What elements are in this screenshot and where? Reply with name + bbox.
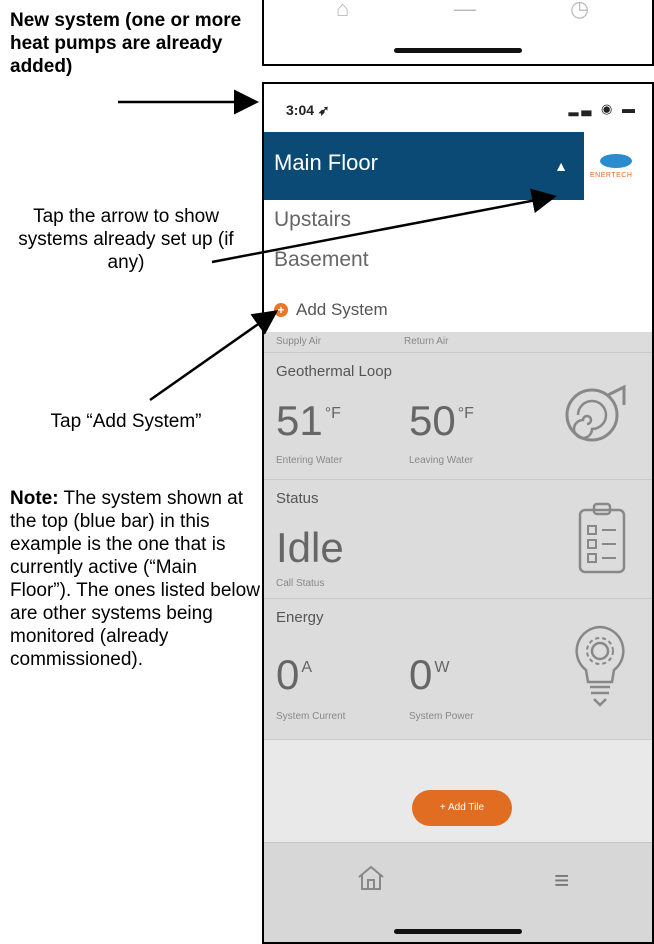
leaving-water-caption: Leaving Water — [409, 455, 474, 466]
tab-bar: ≡ — [264, 842, 652, 942]
menu-icon: — — [454, 0, 476, 21]
entering-water-caption: Entering Water — [276, 455, 343, 466]
logo-text: ENERTECH — [590, 172, 633, 179]
enertech-logo: ENERTECH — [584, 132, 652, 200]
system-dropdown-list: Upstairs Basement + Add System — [264, 200, 652, 332]
tile-title: Geothermal Loop — [276, 363, 392, 380]
status-value: Idle — [276, 524, 344, 571]
phone-screen: 3:04 ➶ ▂▃ ◉ ▬ Main Floor ▲ ENERTECH Upst… — [262, 82, 654, 944]
note-label: Note: — [10, 488, 59, 509]
caption-tap-add-system: Tap “Add System” — [50, 411, 202, 432]
home-indicator — [394, 929, 522, 934]
geothermal-swirl-icon — [565, 384, 626, 442]
dropdown-item-basement[interactable]: Basement — [274, 248, 369, 272]
home-indicator — [394, 48, 522, 53]
add-tile-button[interactable]: + Add Tile — [412, 790, 512, 826]
add-system-label: Add System — [296, 300, 388, 319]
home-icon[interactable] — [356, 863, 386, 893]
plus-icon: + — [274, 303, 288, 317]
tile-title: Energy — [276, 609, 324, 626]
system-current-value: 0A — [276, 651, 313, 698]
history-icon: ◷ — [570, 0, 590, 21]
previous-screen-fragment: ⌂ — ◷ — [262, 0, 654, 66]
lightbulb-gear-icon — [575, 625, 625, 707]
tile-status[interactable]: Status Idle Call Status — [264, 480, 652, 599]
note-text: The system shown at the top (blue bar) i… — [10, 488, 260, 670]
leaving-water-value: 50 °F — [409, 397, 474, 444]
system-current-caption: System Current — [276, 711, 346, 722]
caption-new-system: New system (one or more heat pumps are a… — [10, 10, 242, 77]
caption-note: Note: The system shown at the top (blue … — [10, 487, 262, 671]
tile-geothermal-loop[interactable]: Geothermal Loop 51 °F 50 °F Entering Water… — [264, 353, 652, 480]
status-icons: ▂▃ ◉ ▬ — [568, 101, 638, 116]
caption-tap-arrow: Tap the arrow to show systems already se… — [18, 206, 234, 273]
tile-air[interactable]: Supply Air Return Air — [264, 332, 652, 353]
menu-icon[interactable]: ≡ — [554, 865, 569, 896]
dropdown-item-upstairs[interactable]: Upstairs — [274, 208, 351, 232]
chevron-up-icon[interactable]: ▲ — [554, 158, 568, 174]
tile-energy[interactable]: Energy 0A 0W System Current System Power — [264, 599, 652, 740]
add-system-button[interactable]: + Add System — [274, 300, 388, 320]
system-power-value: 0W — [409, 651, 450, 698]
home-icon: ⌂ — [336, 0, 350, 21]
clipboard-checklist-icon — [578, 502, 626, 574]
selected-system-label: Main Floor — [274, 150, 378, 175]
supply-air-caption: Supply Air — [276, 336, 322, 347]
logo-eye-icon — [600, 154, 632, 168]
status-bar: 3:04 ➶ ▂▃ ◉ ▬ — [264, 84, 652, 132]
tile-title: Status — [276, 490, 319, 507]
arrow-to-add-system — [149, 310, 279, 402]
status-caption: Call Status — [276, 578, 325, 589]
return-air-caption: Return Air — [404, 336, 449, 347]
system-power-caption: System Power — [409, 711, 474, 722]
entering-water-value: 51 °F — [276, 397, 341, 444]
system-selector[interactable]: Main Floor ▲ — [264, 132, 584, 200]
status-time: 3:04 ➶ — [286, 102, 330, 118]
